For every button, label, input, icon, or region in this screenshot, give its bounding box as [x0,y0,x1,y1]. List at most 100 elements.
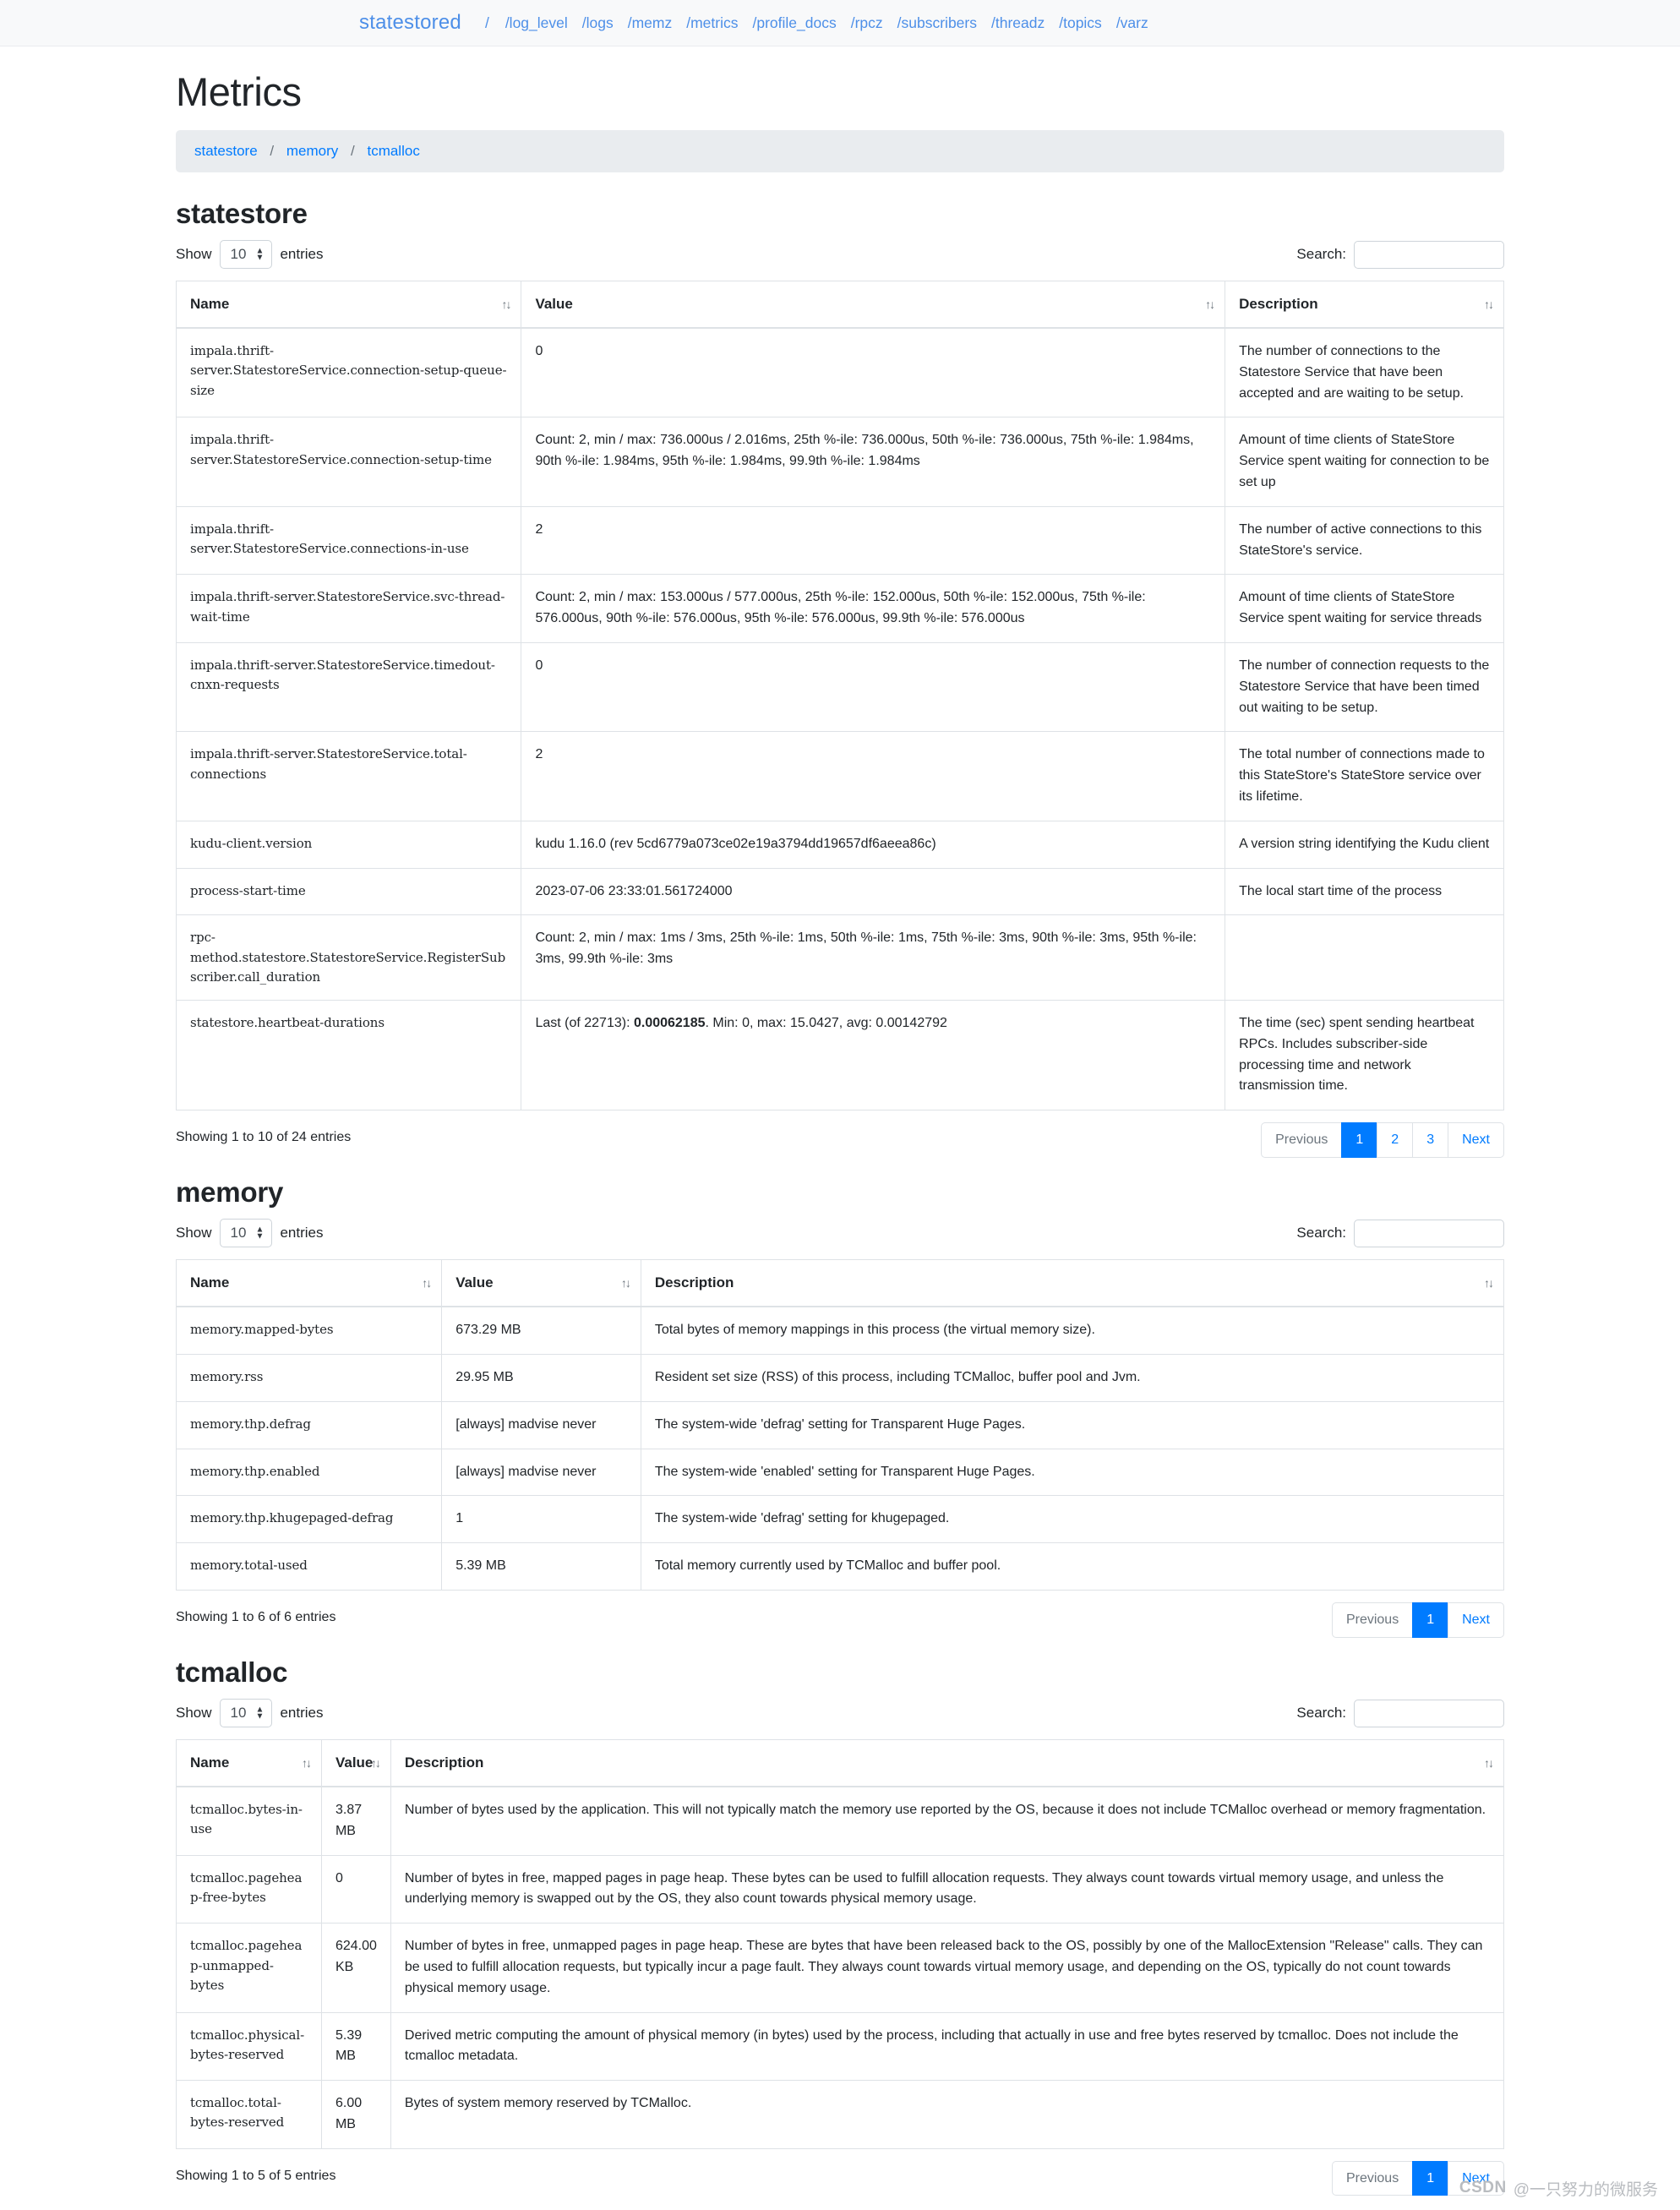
entries-label: entries [280,246,324,262]
search-label: Search: [1296,246,1346,262]
cell-metric-value: 6.00 MB [321,2080,391,2149]
table-row: memory.rss 29.95 MB Resident set size (RSS… [176,1354,1504,1402]
search-input[interactable] [1354,1219,1504,1247]
nav-link-profile_docs[interactable]: /profile_docs [752,14,836,31]
pagination-previous[interactable]: Previous [1261,1122,1342,1158]
nav-brand-statestored[interactable]: statestored [359,11,461,35]
page-size-select[interactable]: 10 ▲ ▼ [219,1699,273,1728]
pagination-next[interactable]: Next [1448,1602,1504,1638]
search-input[interactable] [1354,240,1504,269]
nav-link-topics[interactable]: /topics [1059,14,1102,31]
cell-metric-name: tcmalloc.total-bytes-reserved [176,2080,322,2149]
cell-metric-description [1225,914,1504,1001]
nav-link-log_level[interactable]: /log_level [505,14,568,31]
column-header-name-label: Name [190,296,230,312]
cell-metric-description: Amount of time clients of StateStore Ser… [1225,574,1504,643]
cell-metric-name: process-start-time [176,867,522,915]
pagination-page-1[interactable]: 1 [1412,1602,1448,1638]
breadcrumb-item-statestore[interactable]: statestore [194,143,258,159]
pagination-next[interactable]: Next [1448,1122,1504,1158]
cell-metric-name: statestore.heartbeat-durations [176,1000,522,1110]
table-row: memory.thp.defrag [always] madvise never T… [176,1400,1504,1449]
metrics-table-statestore: Name ↑↓ Value ↑↓ Description ↑↓ impala.thrift-… [176,281,1504,1111]
column-header-name[interactable]: Name ↑↓ [176,281,522,329]
table-row: impala.thrift-server.StatestoreService.c… [176,505,1504,575]
column-header-description[interactable]: Description ↑↓ [1225,281,1504,329]
column-header-value-label: Value [335,1754,374,1771]
table-row: tcmalloc.pageheap-free-bytes 0 Number of b… [176,1854,1504,1924]
cell-metric-value: 0 [521,641,1226,732]
cell-metric-value: 2023-07-06 23:33:01.561724000 [521,867,1226,915]
column-header-description-label: Description [404,1754,484,1771]
section-statestore: statestore Show 10 ▲ ▼ entries Search: Name ↑↓ Va… [176,198,1504,1158]
nav-links: / /log_level/logs/memz/metrics/profile_do… [485,14,1163,33]
pagination-page-1[interactable]: 1 [1412,2160,1448,2196]
page-size-value: 10 [230,1705,247,1722]
cell-metric-name: memory.thp.defrag [176,1400,443,1449]
pagination-page-1[interactable]: 1 [1341,1122,1377,1158]
sort-arrows-icon: ↑↓ [1484,297,1494,311]
page-size-select[interactable]: 10 ▲ ▼ [219,240,273,269]
nav-link-subscribers[interactable]: /subscribers [897,14,977,31]
sort-arrows-icon: ↑↓ [501,297,511,311]
page-wrapper: statestored / /log_level/logs/memz/metric… [0,0,1680,2210]
nav-link-memz[interactable]: /memz [628,14,673,31]
pagination-memory: Previous 1 Next [1331,1602,1504,1638]
cell-metric-name: tcmalloc.pageheap-free-bytes [176,1854,322,1924]
pagination-previous[interactable]: Previous [1331,2160,1413,2196]
nav-link-rpcz[interactable]: /rpcz [851,14,883,31]
breadcrumb-separator: / [351,143,355,159]
column-header-value-label: Value [455,1274,494,1291]
cell-metric-name: tcmalloc.physical-bytes-reserved [176,2011,322,2081]
table-header-row: Name ↑↓ Value ↑↓ Description ↑↓ [176,281,1504,329]
cell-metric-name: tcmalloc.bytes-in-use [176,1786,322,1856]
column-header-value[interactable]: Value ↑↓ [321,1739,391,1788]
entries-label: entries [280,1225,324,1241]
nav-link-metrics[interactable]: /metrics [686,14,738,31]
cell-metric-name: memory.thp.enabled [176,1448,443,1496]
entries-label: entries [280,1705,324,1722]
table-row: memory.mapped-bytes 673.29 MB Total bytes … [176,1306,1504,1355]
search-input[interactable] [1354,1699,1504,1727]
cell-metric-value: 5.39 MB [441,1542,641,1591]
cell-metric-value: 624.00 KB [321,1923,391,2013]
nav-link-logs[interactable]: /logs [582,14,614,31]
table-header-row: Name ↑↓ Value ↑↓ Description ↑↓ [176,1739,1504,1788]
cell-metric-name: rpc-method.statestore.StatestoreService.… [176,914,522,1001]
datatable-length-control: Show 10 ▲ ▼ entries [176,1219,324,1248]
page-size-value: 10 [230,246,247,262]
cell-metric-description: The number of connection requests to the… [1225,641,1504,732]
cell-metric-description: The system-wide 'defrag' setting for Tra… [641,1400,1504,1449]
metrics-table-memory: Name ↑↓ Value ↑↓ Description ↑↓ memory.mapped-… [176,1259,1504,1591]
cell-metric-value: Last (of 22713): 0.00062185. Min: 0, max… [521,1000,1226,1110]
page-size-select[interactable]: 10 ▲ ▼ [219,1219,273,1248]
cell-metric-value: 0 [321,1854,391,1924]
pagination-next[interactable]: Next [1448,2160,1504,2196]
column-header-description[interactable]: Description ↑↓ [390,1739,1504,1788]
table-row: kudu-client.version kudu 1.16.0 (rev 5cd6… [176,820,1504,869]
cell-metric-name: memory.thp.khugepaged-defrag [176,1495,443,1543]
cell-metric-value: 673.29 MB [441,1306,641,1355]
cell-metric-description: The number of active connections to this… [1225,505,1504,575]
column-header-description[interactable]: Description ↑↓ [641,1259,1504,1308]
cell-metric-name: memory.total-used [176,1542,443,1591]
breadcrumb-item-tcmalloc[interactable]: tcmalloc [367,143,419,159]
column-header-name[interactable]: Name ↑↓ [176,1739,322,1788]
cell-metric-value: Count: 2, min / max: 1ms / 3ms, 25th %-i… [521,914,1226,1001]
cell-metric-value: 5.39 MB [321,2011,391,2081]
column-header-value[interactable]: Value ↑↓ [521,281,1226,329]
datatable-length-control: Show 10 ▲ ▼ entries [176,1699,324,1728]
pagination-previous[interactable]: Previous [1331,1602,1413,1638]
pagination-page-3[interactable]: 3 [1412,1122,1448,1158]
nav-link-[interactable]: / [485,14,489,31]
datatable-search-control: Search: [1296,1219,1504,1247]
column-header-name[interactable]: Name ↑↓ [176,1259,443,1308]
cell-metric-name: kudu-client.version [176,820,522,869]
nav-link-threadz[interactable]: /threadz [991,14,1045,31]
nav-link-varz[interactable]: /varz [1116,14,1148,31]
metric-sections: statestore Show 10 ▲ ▼ entries Search: Name ↑↓ Va… [176,198,1504,2196]
column-header-value[interactable]: Value ↑↓ [441,1259,641,1308]
table-row: impala.thrift-server.StatestoreService.c… [176,417,1504,507]
pagination-page-2[interactable]: 2 [1377,1122,1413,1158]
breadcrumb-item-memory[interactable]: memory [286,143,338,159]
